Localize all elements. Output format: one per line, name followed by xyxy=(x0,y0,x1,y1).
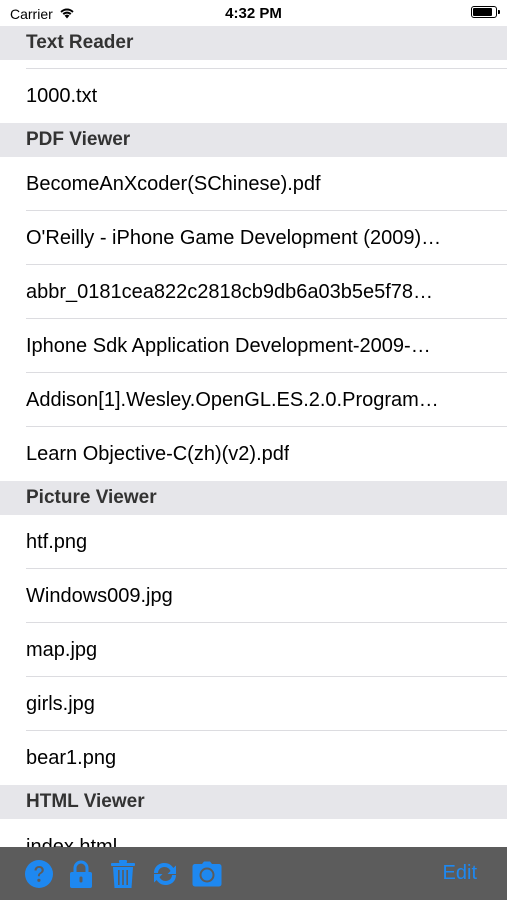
trash-icon[interactable] xyxy=(108,859,138,889)
list-item-label: bear1.png xyxy=(26,746,117,769)
list-item-label: htf.png xyxy=(26,530,88,553)
file-list[interactable]: Text Reader 1000.txt PDF Viewer BecomeAn… xyxy=(0,26,507,847)
section-header-text-reader: Text Reader xyxy=(0,26,507,60)
list-item[interactable]: abbr_0181cea822c2818cb9db6a03b5e5f78… xyxy=(0,265,507,319)
section-header-picture-viewer: Picture Viewer xyxy=(0,481,507,515)
list-item-label: 1000.txt xyxy=(26,84,98,107)
section-divider xyxy=(26,60,507,69)
list-item[interactable]: Learn Objective-C(zh)(v2).pdf xyxy=(0,427,507,481)
list-item-label: girls.jpg xyxy=(26,692,95,715)
list-item-label: Learn Objective-C(zh)(v2).pdf xyxy=(26,442,290,465)
list-item-label: BecomeAnXcoder(SChinese).pdf xyxy=(26,172,321,195)
section-header-pdf-viewer: PDF Viewer xyxy=(0,123,507,157)
list-item[interactable]: 1000.txt xyxy=(0,69,507,123)
edit-button[interactable]: Edit xyxy=(443,862,477,885)
list-item-label: map.jpg xyxy=(26,638,98,661)
list-item-label: index.html xyxy=(26,836,118,847)
list-item[interactable]: BecomeAnXcoder(SChinese).pdf xyxy=(0,157,507,211)
list-item-label: Addison[1].Wesley.OpenGL.ES.2.0.Program… xyxy=(26,388,439,411)
refresh-icon[interactable] xyxy=(150,859,180,889)
list-item-label: Iphone Sdk Application Development-2009-… xyxy=(26,334,431,357)
section-header-html-viewer: HTML Viewer xyxy=(0,785,507,819)
list-item[interactable]: bear1.png xyxy=(0,731,507,785)
list-item-label: O'Reilly - iPhone Game Development (2009… xyxy=(26,226,442,249)
bottom-toolbar: Edit xyxy=(0,847,507,900)
list-item[interactable]: map.jpg xyxy=(0,623,507,677)
status-bar: Carrier 4:32 PM xyxy=(0,0,507,26)
list-item[interactable]: index.html xyxy=(0,819,507,847)
list-item[interactable]: girls.jpg xyxy=(0,677,507,731)
list-item[interactable]: htf.png xyxy=(0,515,507,569)
list-item-label: abbr_0181cea822c2818cb9db6a03b5e5f78… xyxy=(26,280,434,303)
list-item[interactable]: O'Reilly - iPhone Game Development (2009… xyxy=(0,211,507,265)
list-item-label: Windows009.jpg xyxy=(26,584,173,607)
status-time: 4:32 PM xyxy=(225,5,282,22)
help-icon[interactable] xyxy=(24,859,54,889)
lock-icon[interactable] xyxy=(66,859,96,889)
list-item[interactable]: Iphone Sdk Application Development-2009-… xyxy=(0,319,507,373)
camera-icon[interactable] xyxy=(192,859,222,889)
list-item[interactable]: Windows009.jpg xyxy=(0,569,507,623)
battery-icon xyxy=(471,6,500,18)
list-item[interactable]: Addison[1].Wesley.OpenGL.ES.2.0.Program… xyxy=(0,373,507,427)
